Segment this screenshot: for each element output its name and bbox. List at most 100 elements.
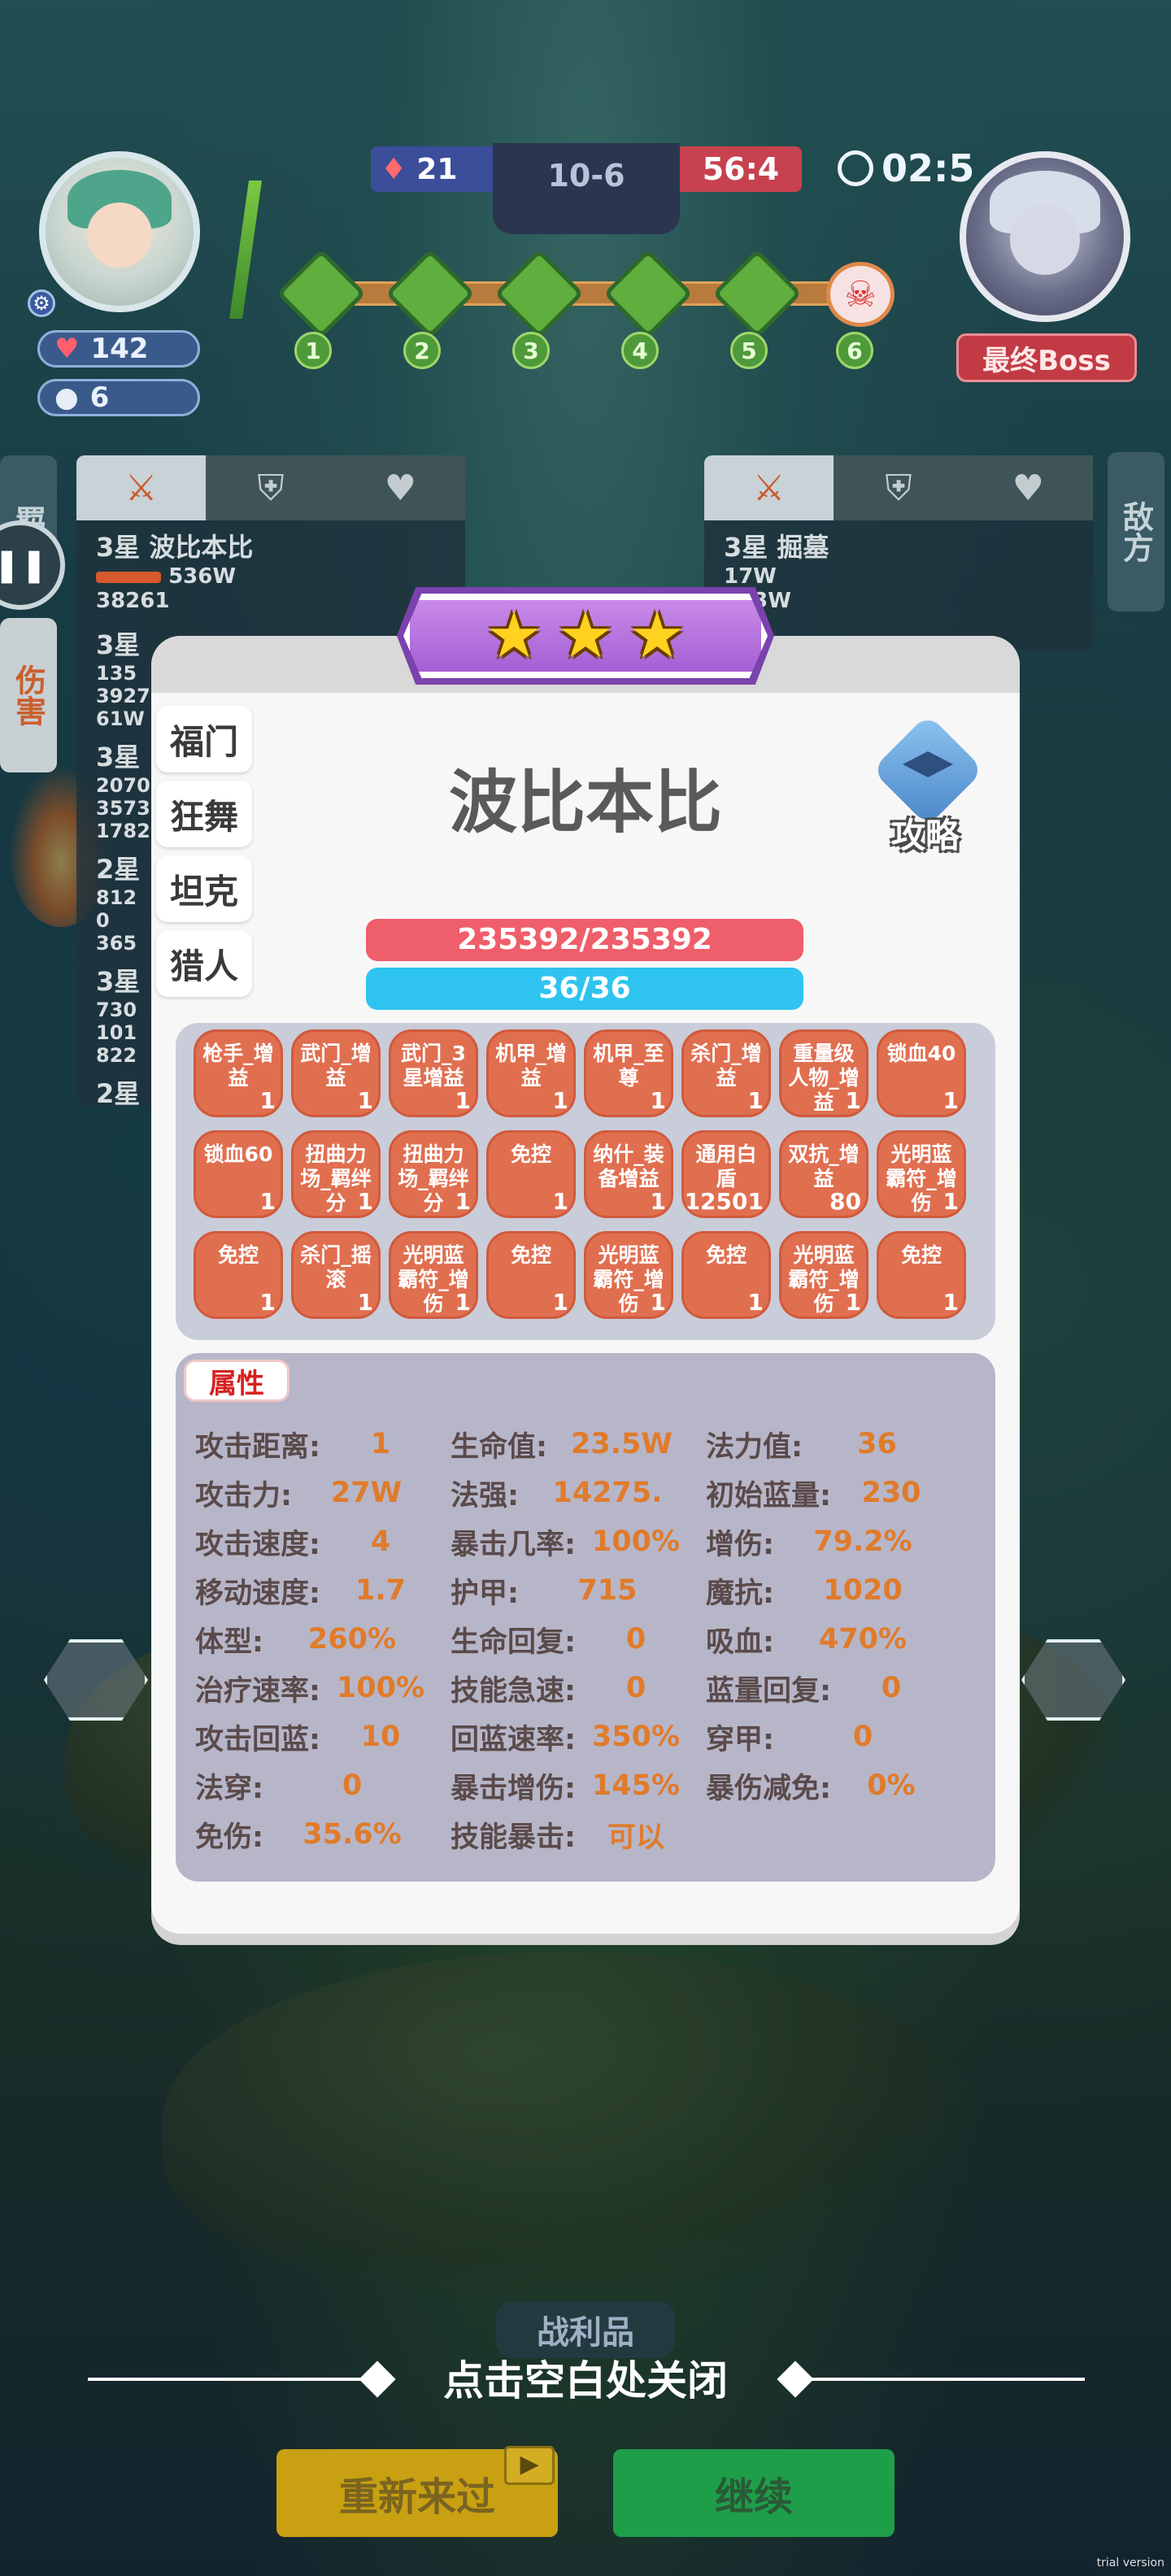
timer-value: 02:5 <box>882 146 975 190</box>
buff-count: 1 <box>552 1087 568 1114</box>
attribute-value: 230 <box>861 1477 921 1509</box>
buff-label: 杀门_增益 <box>690 1042 762 1090</box>
buff-label: 机甲_增益 <box>495 1042 567 1090</box>
attribute-row: 魔抗: 1020 <box>706 1571 961 1610</box>
buff-count: 1 <box>552 1289 568 1316</box>
buff-item[interactable]: 枪手_增益 1 <box>194 1029 283 1117</box>
buff-count: 1 <box>942 1188 959 1215</box>
buff-count: 1 <box>259 1289 276 1316</box>
buff-item[interactable]: 光明蓝霸符_增伤 1 <box>584 1231 673 1319</box>
attribute-key: 法力值: <box>706 1430 803 1464</box>
buff-item[interactable]: 武门_3星增益 1 <box>389 1029 478 1117</box>
attribute-value: 36 <box>857 1428 897 1460</box>
mana-bar: 36/36 <box>366 968 803 1010</box>
player-hp-value: 142 <box>90 333 149 365</box>
buff-item[interactable]: 免控 1 <box>486 1130 576 1218</box>
buff-item[interactable]: 锁血60 1 <box>194 1130 283 1218</box>
attribute-row: 暴击几率: 100% <box>451 1522 706 1561</box>
attribute-key: 魔抗: <box>706 1577 774 1610</box>
buff-item[interactable]: 锁血40 1 <box>877 1029 966 1117</box>
round-timer: 02:5 <box>838 146 974 190</box>
attribute-value: 23.5W <box>571 1428 673 1460</box>
boss-avatar[interactable] <box>960 151 1130 322</box>
shield-tab[interactable]: ⛨ <box>206 455 336 520</box>
buff-item[interactable]: 光明蓝霸符_增伤 1 <box>779 1231 868 1319</box>
attribute-value: 1020 <box>823 1574 903 1607</box>
buff-item[interactable]: 扭曲力场_羁绊分 1 <box>389 1130 478 1218</box>
shield-icon: ⛨ <box>257 467 285 509</box>
flame-icon: ♦ <box>381 152 407 186</box>
attribute-value: 260% <box>307 1623 397 1656</box>
attribute-key: 暴伤减免: <box>706 1772 831 1805</box>
buff-item[interactable]: 免控 1 <box>194 1231 283 1319</box>
buff-item[interactable]: 通用白盾 12501 <box>681 1130 771 1218</box>
damage-tab[interactable]: 伤害 <box>0 618 57 772</box>
star-icon: ★ <box>628 599 686 672</box>
buff-item[interactable]: 双抗_增益 80 <box>779 1130 868 1218</box>
attribute-row: 攻击力: 27W <box>195 1473 451 1512</box>
close-hint[interactable]: 点击空白处关闭 <box>0 2348 1171 2407</box>
buff-item[interactable]: 机甲_至尊 1 <box>584 1029 673 1117</box>
attribute-key: 护甲: <box>451 1577 519 1610</box>
strategy-guide-button[interactable]: 攻略 <box>870 713 985 855</box>
trait-tab[interactable]: 猎人 <box>156 930 252 997</box>
buff-item[interactable]: 光明蓝霸符_增伤 1 <box>877 1130 966 1218</box>
shield-icon: ⛨ <box>885 467 912 509</box>
buff-item[interactable]: 扭曲力场_羁绊分 1 <box>291 1130 381 1218</box>
buff-item[interactable]: 光明蓝霸符_增伤 1 <box>389 1231 478 1319</box>
attribute-value: 1.7 <box>355 1574 406 1607</box>
buff-item[interactable]: 杀门_摇滚 1 <box>291 1231 381 1319</box>
buff-grid: 枪手_增益 1 武门_增益 1 武门_3星增益 1 机甲_增益 1 机甲_至尊 1 杀门_增益 1 重量… <box>194 1029 974 1319</box>
buff-item[interactable]: 纳什_装备增益 1 <box>584 1130 673 1218</box>
player-avatar[interactable] <box>39 151 200 312</box>
buff-count: 1 <box>455 1087 471 1114</box>
sword-tab[interactable]: ⚔ <box>704 455 834 520</box>
buff-item[interactable]: 免控 1 <box>877 1231 966 1319</box>
star-rank-badge: ★ ★ ★ <box>403 594 768 678</box>
heart-tab[interactable]: ♥ <box>335 455 465 520</box>
buff-item[interactable]: 免控 1 <box>486 1231 576 1319</box>
sword-tab[interactable]: ⚔ <box>76 455 207 520</box>
buff-count: 1 <box>845 1087 861 1114</box>
settings-gear-icon[interactable]: ⚙ <box>28 289 55 317</box>
enemy-tab[interactable]: 敌方 <box>1108 452 1164 611</box>
buff-label: 武门_增益 <box>300 1042 372 1090</box>
attribute-row: 法穿: 0 <box>195 1766 451 1805</box>
attribute-value: 100% <box>336 1672 425 1704</box>
attribute-row: 体型: 260% <box>195 1620 451 1659</box>
player-coins-value: 6 <box>89 381 110 414</box>
attribute-key: 蓝量回复: <box>706 1674 831 1708</box>
attribute-value: 10 <box>360 1721 401 1753</box>
continue-label: 继续 <box>714 2474 793 2520</box>
attribute-row: 技能暴击: 可以 <box>451 1815 706 1854</box>
attribute-title: 属性 <box>184 1360 289 1402</box>
buff-count: 1 <box>747 1289 764 1316</box>
attribute-list: 攻击距离: 1 生命值: 23.5W 法力值: 36 攻击力: 27W 法强: 14275. 初始蓝… <box>195 1425 992 1854</box>
trait-tab[interactable]: 狂舞 <box>156 781 252 847</box>
trait-tab[interactable]: 福门 <box>156 706 252 772</box>
continue-button[interactable]: 继续 <box>613 2449 895 2537</box>
buff-count: 1 <box>552 1188 568 1215</box>
sword-icon: ⚔ <box>124 467 158 509</box>
trait-tab[interactable]: 坦克 <box>156 855 252 922</box>
hp-bar: 235392/235392 <box>366 919 803 961</box>
attribute-value: 0 <box>625 1623 646 1656</box>
stage-label: 10-6 <box>493 143 680 234</box>
attribute-value: 0 <box>342 1769 363 1802</box>
coin-stack-icon: ● <box>54 381 79 414</box>
buff-item[interactable]: 机甲_增益 1 <box>486 1029 576 1117</box>
shield-tab[interactable]: ⛨ <box>834 455 964 520</box>
buff-item[interactable]: 免控 1 <box>681 1231 771 1319</box>
attribute-row: 穿甲: 0 <box>706 1717 961 1756</box>
buff-item[interactable]: 重量级人物_增益 1 <box>779 1029 868 1117</box>
heart-icon: ♥ <box>1012 467 1045 509</box>
heart-tab[interactable]: ♥ <box>963 455 1093 520</box>
buff-label: 纳什_装备增益 <box>593 1142 664 1190</box>
buff-label: 杀门_摇滚 <box>300 1243 372 1291</box>
attribute-key: 攻击速度: <box>195 1528 320 1561</box>
attribute-key: 生命值: <box>451 1430 547 1464</box>
buff-item[interactable]: 杀门_增益 1 <box>681 1029 771 1117</box>
buff-count: 1 <box>747 1087 764 1114</box>
buff-item[interactable]: 武门_增益 1 <box>291 1029 381 1117</box>
buff-label: 免控 <box>510 1243 551 1267</box>
